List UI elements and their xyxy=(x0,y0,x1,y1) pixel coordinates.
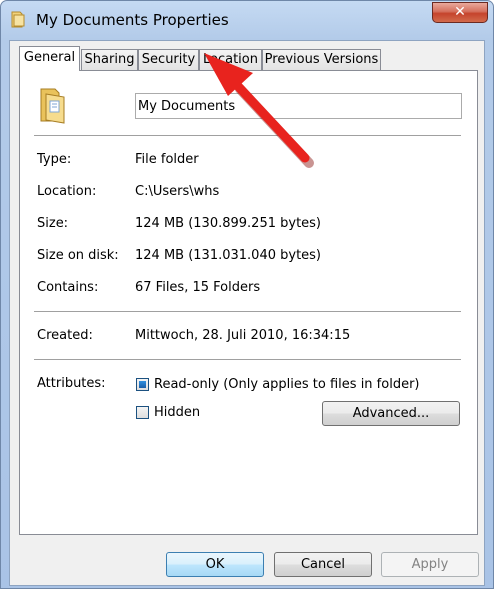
tab-security[interactable]: Security xyxy=(138,49,199,70)
general-tab-page: Type: File folder Location: C:\Users\whs… xyxy=(19,70,478,535)
folder-name-input[interactable] xyxy=(135,93,462,119)
tab-sharing[interactable]: Sharing xyxy=(81,49,138,70)
window-title: My Documents Properties xyxy=(36,11,229,29)
contains-label: Contains: xyxy=(37,280,99,295)
title-bar[interactable]: My Documents Properties ✕ xyxy=(1,1,493,39)
created-label: Created: xyxy=(37,328,93,343)
close-icon: ✕ xyxy=(454,4,466,20)
readonly-label: Read-only (Only applies to files in fold… xyxy=(154,377,420,392)
tab-general[interactable]: General xyxy=(19,46,80,71)
type-value: File folder xyxy=(135,152,199,167)
size-on-disk-value: 124 MB (131.031.040 bytes) xyxy=(135,248,322,263)
hidden-checkbox[interactable] xyxy=(136,406,149,419)
cancel-button[interactable]: Cancel xyxy=(274,552,372,577)
created-value: Mittwoch, 28. Juli 2010, 16:34:15 xyxy=(135,328,351,343)
ok-button[interactable]: OK xyxy=(166,552,264,577)
size-on-disk-label: Size on disk: xyxy=(37,248,119,263)
tab-location[interactable]: Location xyxy=(199,49,262,70)
separator xyxy=(34,311,461,312)
folder-icon xyxy=(11,11,25,28)
attributes-label: Attributes: xyxy=(37,376,106,391)
tab-previous-versions[interactable]: Previous Versions xyxy=(262,49,381,70)
folder-icon xyxy=(40,88,65,124)
contains-value: 67 Files, 15 Folders xyxy=(135,280,261,295)
close-button[interactable]: ✕ xyxy=(432,2,488,23)
separator xyxy=(34,359,461,360)
size-value: 124 MB (130.899.251 bytes) xyxy=(135,216,322,231)
properties-window: My Documents Properties ✕ General Sharin… xyxy=(0,0,494,589)
type-label: Type: xyxy=(37,152,72,167)
separator xyxy=(34,135,461,136)
location-value: C:\Users\whs xyxy=(135,184,220,199)
size-label: Size: xyxy=(37,216,69,231)
readonly-checkbox[interactable] xyxy=(136,378,149,391)
apply-button[interactable]: Apply xyxy=(381,552,479,577)
location-label: Location: xyxy=(37,184,97,199)
advanced-button[interactable]: Advanced... xyxy=(322,401,460,426)
hidden-label: Hidden xyxy=(154,405,201,420)
